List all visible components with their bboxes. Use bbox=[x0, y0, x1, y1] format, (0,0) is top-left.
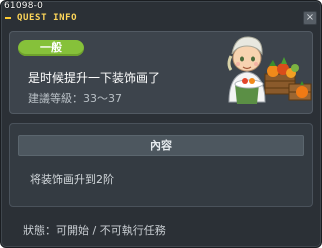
content-section-header: 內容 bbox=[18, 135, 304, 156]
quest-type-badge: 一般 bbox=[18, 40, 84, 56]
quest-summary-panel: 一般 是时候提升一下装饰画了 建議等級：33～37 bbox=[9, 31, 313, 114]
quest-name: 是时候提升一下装饰画了 bbox=[28, 71, 161, 85]
window-title: QUEST INFO bbox=[17, 13, 78, 23]
quest-info-window: 61098-0 QUEST INFO × 一般 是时候提升一下装饰画了 建議等級… bbox=[0, 0, 322, 248]
quest-description: 将装饰画升到2阶 bbox=[30, 173, 114, 186]
title-arrow-icon bbox=[5, 14, 13, 22]
quest-status: 狀態：可開始 / 不可執行任務 bbox=[23, 224, 166, 237]
quest-content-panel: 內容 将装饰画升到2阶 bbox=[9, 123, 313, 207]
title-bar: QUEST INFO bbox=[5, 11, 77, 25]
npc-chef-illustration bbox=[227, 36, 312, 104]
quest-level-requirement: 建議等級：33～37 bbox=[28, 92, 122, 105]
